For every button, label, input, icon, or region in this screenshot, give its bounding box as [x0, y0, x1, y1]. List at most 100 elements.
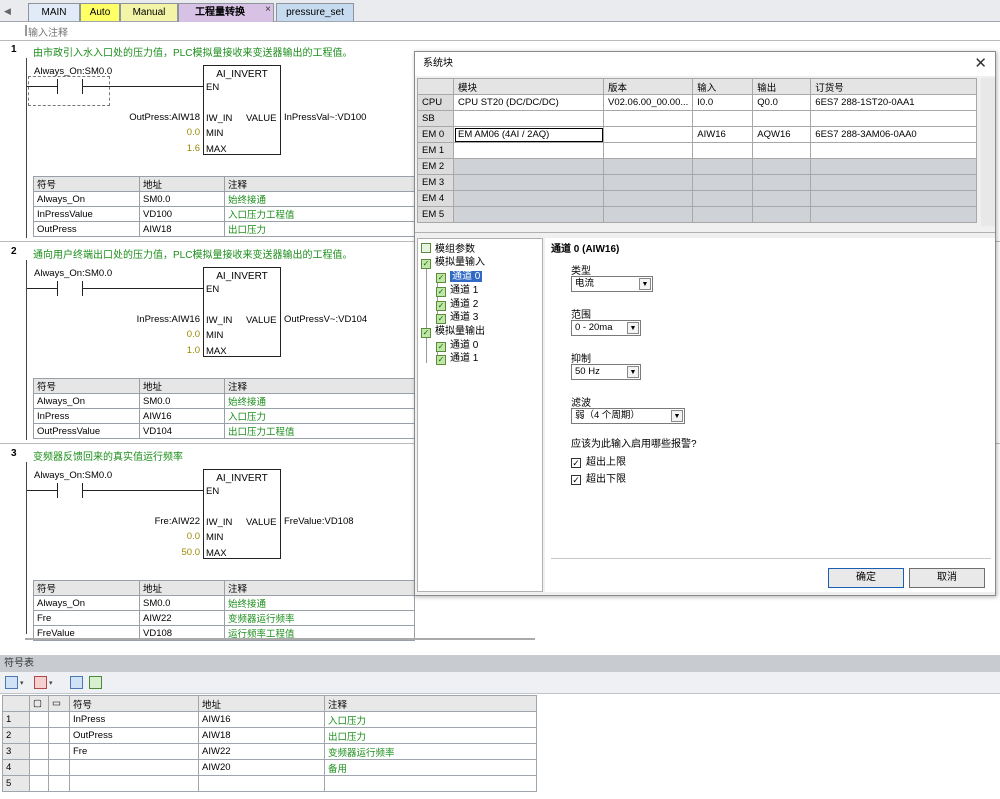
- cell-address[interactable]: AIW22: [198, 743, 325, 760]
- cell-comment[interactable]: 出口压力: [324, 727, 537, 744]
- tree-item-analog-output[interactable]: ✓ 模拟量输出: [421, 325, 485, 338]
- cell-module[interactable]: [453, 142, 604, 159]
- filter-select[interactable]: 弱（4 个周期） ▼: [571, 408, 685, 424]
- check-icon[interactable]: ✓: [571, 458, 581, 468]
- ai-invert-block[interactable]: AI_INVERT EN IW_IN MIN MAX VALUE: [203, 267, 281, 357]
- add-symbol-icon[interactable]: [5, 676, 18, 689]
- check-icon[interactable]: ✓: [571, 475, 581, 485]
- ok-button[interactable]: 确定: [828, 568, 904, 588]
- module-row-em2[interactable]: EM 2: [417, 158, 977, 175]
- tree-item-in-channel-0[interactable]: ✓ 通道 0: [436, 270, 483, 283]
- cell-address[interactable]: AIW20: [198, 759, 325, 776]
- wire: [27, 86, 57, 87]
- max-operand[interactable]: 50.0: [150, 547, 201, 558]
- cell-address[interactable]: [198, 775, 325, 792]
- contact-selection[interactable]: [28, 76, 110, 106]
- dropdown-arrow-icon[interactable]: ▾: [49, 679, 53, 687]
- tab-engineering-conversion[interactable]: 工程量转换: [178, 3, 274, 22]
- cell-module[interactable]: EM AM06 (4AI / 2AQ): [453, 126, 604, 143]
- cell-module[interactable]: [453, 206, 604, 223]
- range-select[interactable]: 0 - 20ma ▼: [571, 320, 641, 336]
- tab-pressure-set[interactable]: pressure_set: [276, 3, 354, 21]
- cell-comment[interactable]: 备用: [324, 759, 537, 776]
- table-row[interactable]: 2 OutPress AIW18 出口压力: [2, 727, 537, 744]
- ai-invert-block[interactable]: AI_INVERT EN IW_IN MIN MAX VALUE: [203, 65, 281, 155]
- table-row[interactable]: 4 AIW20 备用: [2, 759, 537, 776]
- tab-manual[interactable]: Manual: [120, 3, 178, 21]
- tab-main[interactable]: MAIN: [28, 3, 80, 21]
- cell-symbol[interactable]: [69, 759, 199, 776]
- col-address: 地址: [139, 378, 225, 394]
- table-row[interactable]: 5: [2, 775, 537, 792]
- tree-label: 通道 1: [450, 285, 479, 296]
- horizontal-scrollbar[interactable]: [25, 638, 535, 640]
- cell-module[interactable]: [453, 158, 604, 175]
- cell-symbol[interactable]: [69, 775, 199, 792]
- max-operand[interactable]: 1.6: [150, 143, 200, 154]
- module-row-em4[interactable]: EM 4: [417, 190, 977, 207]
- cell-module[interactable]: [453, 110, 604, 127]
- tree-item-module-params[interactable]: 模组参数: [421, 243, 475, 256]
- cell-order: [810, 110, 977, 127]
- input-operand[interactable]: OutPress:AIW18: [100, 112, 200, 123]
- tree-item-in-channel-1[interactable]: ✓ 通道 1: [436, 284, 478, 297]
- output-operand[interactable]: InPressVal~:VD100: [284, 112, 366, 123]
- tab-scroll-left-icon[interactable]: ◀: [4, 6, 11, 17]
- network-comment[interactable]: 由市政引入水入口处的压力值，PLC模拟量接收来变送器输出的工程值。: [33, 44, 352, 59]
- min-operand[interactable]: 0.0: [150, 531, 200, 542]
- network-comment[interactable]: 通向用户终端出口处的压力值，PLC模拟量接收来变送器输出的工程值。: [33, 246, 352, 261]
- tree-item-out-channel-1[interactable]: ✓ 通道 1: [436, 352, 478, 365]
- tab-close-icon[interactable]: ×: [262, 4, 274, 15]
- cell-address[interactable]: AIW16: [198, 711, 325, 728]
- cell-comment[interactable]: 变频器运行频率: [324, 743, 537, 760]
- table-row[interactable]: 3 Fre AIW22 变频器运行频率: [2, 743, 537, 760]
- input-comment[interactable]: 输入注释: [28, 24, 68, 39]
- type-select[interactable]: 电流 ▼: [571, 276, 653, 292]
- min-operand[interactable]: 0.0: [150, 127, 200, 138]
- network-comment[interactable]: 变频器反馈回来的真实值运行频率: [33, 448, 183, 463]
- apply-icon[interactable]: [89, 676, 102, 689]
- rejection-select[interactable]: 50 Hz ▼: [571, 364, 641, 380]
- tab-auto[interactable]: Auto: [80, 3, 120, 21]
- cell-module[interactable]: CPU ST20 (DC/DC/DC): [453, 94, 604, 111]
- cell-module[interactable]: [453, 190, 604, 207]
- output-operand[interactable]: FreValue:VD108: [284, 516, 354, 527]
- module-row-cpu[interactable]: CPU CPU ST20 (DC/DC/DC) V02.06.00_00.00...…: [417, 94, 977, 111]
- tree-item-out-channel-0[interactable]: ✓ 通道 0: [436, 339, 478, 352]
- tree-item-in-channel-2[interactable]: ✓ 通道 2: [436, 298, 478, 311]
- close-icon[interactable]: ✕: [974, 54, 987, 74]
- alarm-upper-option[interactable]: ✓ 超出上限: [571, 453, 626, 468]
- min-operand[interactable]: 0.0: [150, 329, 200, 340]
- module-table-scroll[interactable]: [981, 78, 995, 226]
- tree-item-in-channel-3[interactable]: ✓ 通道 3: [436, 311, 478, 324]
- cell-symbol[interactable]: Fre: [69, 743, 199, 760]
- alarm-upper-label: 超出上限: [586, 457, 626, 468]
- cancel-button[interactable]: 取消: [909, 568, 985, 588]
- module-row-em3[interactable]: EM 3: [417, 174, 977, 191]
- module-row-sb[interactable]: SB: [417, 110, 977, 127]
- output-operand[interactable]: OutPressV~:VD104: [284, 314, 367, 325]
- ai-invert-block[interactable]: AI_INVERT EN IW_IN MIN MAX VALUE: [203, 469, 281, 559]
- module-row-em1[interactable]: EM 1: [417, 142, 977, 159]
- delete-symbol-icon[interactable]: [34, 676, 47, 689]
- splitter[interactable]: [415, 232, 995, 233]
- cell-address[interactable]: AIW18: [198, 727, 325, 744]
- table-row[interactable]: 1 InPress AIW16 入口压力: [2, 711, 537, 728]
- input-operand[interactable]: InPress:AIW16: [100, 314, 200, 325]
- tree-item-analog-input[interactable]: ✓ 模拟量输入: [421, 256, 485, 269]
- pin-min: MIN: [206, 128, 224, 139]
- table-view-icon[interactable]: [70, 676, 83, 689]
- cell-comment[interactable]: 入口压力: [324, 711, 537, 728]
- dropdown-arrow-icon[interactable]: ▾: [20, 679, 24, 687]
- module-row-em5[interactable]: EM 5: [417, 206, 977, 223]
- cell-symbol[interactable]: InPress: [69, 711, 199, 728]
- cell-module[interactable]: [453, 174, 604, 191]
- cell-comment[interactable]: [324, 775, 537, 792]
- cell-symbol[interactable]: OutPress: [69, 727, 199, 744]
- slot-label: EM 0: [417, 126, 454, 143]
- module-row-em0[interactable]: EM 0 EM AM06 (4AI / 2AQ) AIW16 AQW16 6ES7 28…: [417, 126, 977, 143]
- max-operand[interactable]: 1.0: [150, 345, 200, 356]
- input-operand[interactable]: Fre:AIW22: [100, 516, 200, 527]
- alarm-lower-option[interactable]: ✓ 超出下限: [571, 470, 626, 485]
- alarm-lower-label: 超出下限: [586, 474, 626, 485]
